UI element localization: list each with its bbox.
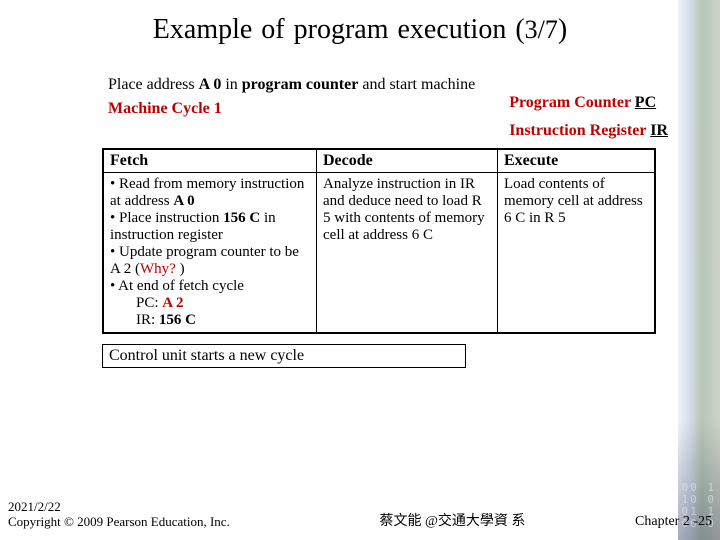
header-decode: Decode (317, 149, 498, 173)
instruction-register-label: Instruction Register (509, 122, 650, 139)
fetch-b1a: • Read from memory instruction at addres… (110, 176, 304, 209)
fetch-ir-a: IR: (136, 312, 159, 328)
cycle-table: Fetch Decode Execute • Read from memory … (102, 148, 656, 334)
footer: 2021/2/22 Copyright © 2009 Pearson Educa… (8, 499, 712, 530)
fetch-b3b: ) (180, 261, 185, 277)
fetch-b2-156c: 156 C (223, 210, 260, 226)
ir-abbr: IR (650, 122, 668, 139)
execute-cell: Load contents of memory cell at address … (498, 173, 656, 334)
fetch-cell: • Read from memory instruction at addres… (103, 173, 317, 334)
program-counter-label: Program Counter (509, 94, 635, 111)
intro-part1: Place address (108, 76, 199, 93)
control-unit-note: Control unit starts a new cycle (102, 344, 466, 368)
fetch-pc-a: PC: (136, 295, 162, 311)
slide-title: Example of program execution (3/7) (0, 0, 720, 46)
footer-copyright: Copyright © 2009 Pearson Education, Inc. (8, 514, 230, 530)
fetch-why: Why? (140, 261, 180, 277)
machine-cycle-label: Machine Cycle 1 (108, 100, 222, 117)
intro-a0: A 0 (199, 76, 222, 93)
intro-part1c: and start machine (358, 76, 475, 93)
intro-block: Place address A 0 in program counter and… (108, 76, 475, 140)
title-close: ) (558, 14, 567, 45)
title-text: Example of program execution ( (153, 14, 525, 45)
fetch-ir-val: 156 C (159, 312, 196, 328)
fetch-b3: • Update program counter to be A 2 ( (110, 244, 299, 277)
intro-program-counter: program counter (242, 76, 359, 93)
fetch-pc-val: A 2 (162, 295, 183, 311)
footer-center: 蔡文能 @交通大學資 系 (230, 510, 635, 530)
title-fraction: 3/7 (525, 15, 558, 44)
decode-cell: Analyze instruction in IR and deduce nee… (317, 173, 498, 334)
fetch-b4: • At end of fetch cycle (110, 278, 244, 294)
footer-right: Chapter 2 -25 (635, 514, 712, 530)
pc-abbr: PC (635, 94, 656, 111)
header-execute: Execute (498, 149, 656, 173)
fetch-b1-a0: A 0 (173, 193, 194, 209)
header-fetch: Fetch (103, 149, 317, 173)
register-labels: Program Counter PC Instruction Register … (509, 76, 668, 140)
fetch-b2a: • Place instruction (110, 210, 223, 226)
intro-part1b: in (221, 76, 241, 93)
footer-date: 2021/2/22 (8, 499, 230, 515)
